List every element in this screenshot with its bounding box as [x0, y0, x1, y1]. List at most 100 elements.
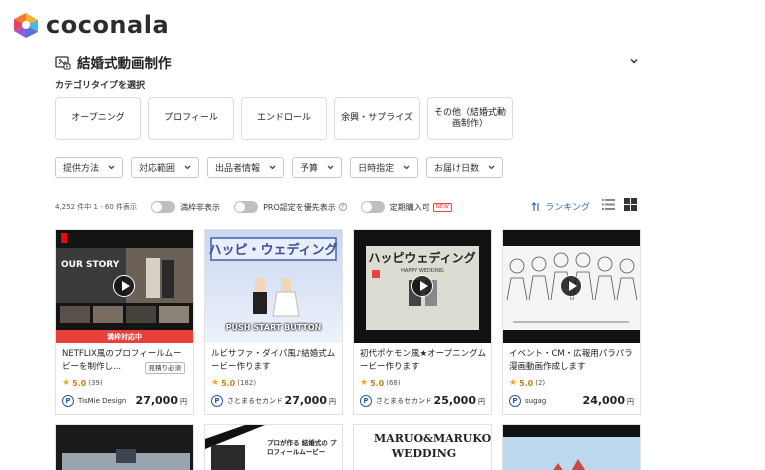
toggle-switch[interactable]	[151, 201, 176, 213]
coconala-logo[interactable]: coconala	[12, 9, 169, 41]
chevron-down-icon	[269, 165, 276, 170]
price-value: 27,000	[284, 394, 327, 407]
service-card[interactable]	[55, 424, 194, 470]
filter-label: 予算	[300, 164, 319, 174]
results-bar: 4,252 件中 1 - 60 件表示 満枠非表示 PRO認定を優先表示 ? 定…	[55, 198, 640, 216]
thumbnail-caption: HAPPY WEDDING	[401, 268, 444, 274]
grid-view-icon[interactable]	[624, 198, 637, 211]
category-header[interactable]: 結婚式動画制作	[55, 52, 640, 72]
price-value: 24,000	[582, 394, 625, 407]
filter-label: 出品者情報	[215, 164, 261, 174]
service-card[interactable]: MARUO&MARUKO WEDDING	[353, 424, 492, 470]
play-icon[interactable]	[411, 275, 433, 297]
filter-label: 提供方法	[63, 164, 100, 174]
category-type-button[interactable]: プロフィール	[148, 97, 234, 140]
toggle-label: 満枠非表示	[180, 202, 221, 212]
card-thumbnail[interactable]: ハッピ・ウェディング PUSH START BUTTON	[205, 230, 342, 343]
toggle-switch[interactable]	[234, 201, 259, 213]
pro-avatar-icon: P	[62, 395, 74, 407]
filter-dropdown[interactable]: 予算	[292, 157, 343, 178]
card-seller[interactable]: P さとまるセカンド	[360, 395, 432, 407]
toggle-hide-full[interactable]: 満枠非表示	[151, 201, 220, 213]
thumbnail-caption: OUR STORY	[61, 260, 120, 270]
category-type-button[interactable]: その他（結婚式動画制作）	[427, 97, 513, 140]
category-type-button[interactable]: エンドロール	[241, 97, 327, 140]
service-card[interactable]: OUR STORY 満枠対応中 NETFLIX風のプロフィールムービーを制作し.…	[55, 229, 194, 415]
play-icon[interactable]	[560, 275, 582, 297]
service-card[interactable]: イベント・CM・広報用パラパラ漫画動画作成します ★ 5.0 (2) P sug…	[502, 229, 641, 415]
video-icon	[55, 55, 71, 69]
star-icon: ★	[211, 378, 220, 388]
card-thumbnail[interactable]	[503, 230, 640, 343]
category-type-buttons: オープニング プロフィール エンドロール 余興・サプライズ その他（結婚式動画制…	[55, 97, 513, 140]
card-rating: ★ 5.0 (39)	[62, 378, 103, 388]
sort-ranking[interactable]: ランキング	[531, 200, 590, 213]
service-card[interactable]	[502, 424, 641, 470]
service-card[interactable]: プロが作る 結婚式の プロフィールムービー	[204, 424, 343, 470]
thumbnail-image	[503, 425, 640, 470]
chevron-down-icon	[184, 165, 191, 170]
star-icon: ★	[62, 378, 71, 388]
card-price: 24,000 円	[583, 394, 634, 407]
svg-text:ハッピウェディング: ハッピウェディング	[368, 250, 475, 265]
review-count: (68)	[386, 379, 401, 387]
filter-dropdown[interactable]: 出品者情報	[207, 157, 285, 178]
review-count: (39)	[88, 379, 103, 387]
filter-dropdown[interactable]: お届け日数	[426, 157, 504, 178]
thumbnail-image	[56, 425, 193, 470]
toggle-switch[interactable]	[360, 201, 385, 213]
service-card[interactable]: ハッピウェディング HAPPY WEDDING 初代ポケモン風★オープニングムー…	[353, 229, 492, 415]
toggle-pro-priority[interactable]: PRO認定を優先表示 ?	[234, 201, 347, 213]
service-card[interactable]: ハッピ・ウェディング PUSH START BUTTON ルビサファ・ダイパ風♪…	[204, 229, 343, 415]
category-type-button[interactable]: 余興・サプライズ	[334, 97, 420, 140]
toggle-subscription[interactable]: 定期購入可 NEW	[360, 201, 452, 213]
card-seller[interactable]: P TisMie Design	[62, 395, 126, 407]
review-count: (182)	[237, 379, 257, 387]
filter-dropdown[interactable]: 提供方法	[55, 157, 124, 178]
play-icon[interactable]	[113, 275, 135, 297]
new-badge: NEW	[432, 202, 452, 212]
filter-dropdown[interactable]: 対応範囲	[131, 157, 200, 178]
quote-required-tag: 見積り必須	[144, 362, 185, 374]
seller-name: sugag	[525, 397, 547, 405]
toggle-label: PRO認定を優先表示	[263, 202, 336, 212]
chevron-down-icon[interactable]	[628, 55, 640, 67]
card-rating: ★ 5.0 (182)	[211, 378, 256, 388]
card-title[interactable]: ルビサファ・ダイパ風♪結婚式ムービー作ります	[211, 348, 338, 375]
card-price: 27,000 円	[285, 394, 336, 407]
thumbnail-caption: MARUO&MARUKO WEDDING	[374, 432, 492, 460]
card-rating: ★ 5.0 (68)	[360, 378, 401, 388]
service-grid-row-2: プロが作る 結婚式の プロフィールムービー MARUO&MARUKO WEDDI…	[55, 424, 641, 470]
card-price: 25,000 円	[434, 394, 485, 407]
thumbnail-caption: PUSH START BUTTON	[225, 323, 322, 332]
filter-label: 日時指定	[358, 164, 395, 174]
thumbnail-caption: プロが作る 結婚式の プロフィールムービー	[267, 439, 337, 456]
filter-dropdown[interactable]: 日時指定	[350, 157, 419, 178]
seller-name: TisMie Design	[78, 397, 127, 405]
filter-bar: 提供方法 対応範囲 出品者情報 予算 日時指定 お届け日数	[55, 157, 504, 178]
service-grid: OUR STORY 満枠対応中 NETFLIX風のプロフィールムービーを制作し.…	[55, 229, 641, 415]
chevron-down-icon	[403, 165, 410, 170]
category-type-button[interactable]: オープニング	[55, 97, 141, 140]
help-icon[interactable]: ?	[338, 203, 347, 211]
card-thumbnail[interactable]: OUR STORY 満枠対応中	[56, 230, 193, 343]
card-seller[interactable]: P さとまるセカンド	[211, 395, 283, 407]
pro-avatar-icon: P	[360, 395, 372, 407]
brand-name: coconala	[46, 11, 170, 39]
card-title[interactable]: 初代ポケモン風★オープニングムービー作ります	[360, 348, 487, 375]
sort-label: ランキング	[545, 203, 590, 213]
card-title[interactable]: イベント・CM・広報用パラパラ漫画動画作成します	[509, 348, 636, 375]
rating-value: 5.0	[370, 378, 385, 388]
rating-value: 5.0	[72, 378, 87, 388]
sort-icon	[531, 201, 539, 211]
result-count: 4,252 件中 1 - 60 件表示	[55, 203, 138, 211]
card-price: 27,000 円	[136, 394, 187, 407]
seller-name: さとまるセカンド	[227, 397, 283, 405]
list-view-icon[interactable]	[602, 198, 615, 211]
category-title: 結婚式動画制作	[77, 56, 172, 72]
svg-text:ハッピ・ウェディング: ハッピ・ウェディング	[208, 242, 337, 258]
chevron-down-icon	[108, 165, 115, 170]
price-value: 27,000	[135, 394, 178, 407]
card-seller[interactable]: P sugag	[509, 395, 546, 407]
card-thumbnail[interactable]: ハッピウェディング HAPPY WEDDING	[354, 230, 491, 343]
